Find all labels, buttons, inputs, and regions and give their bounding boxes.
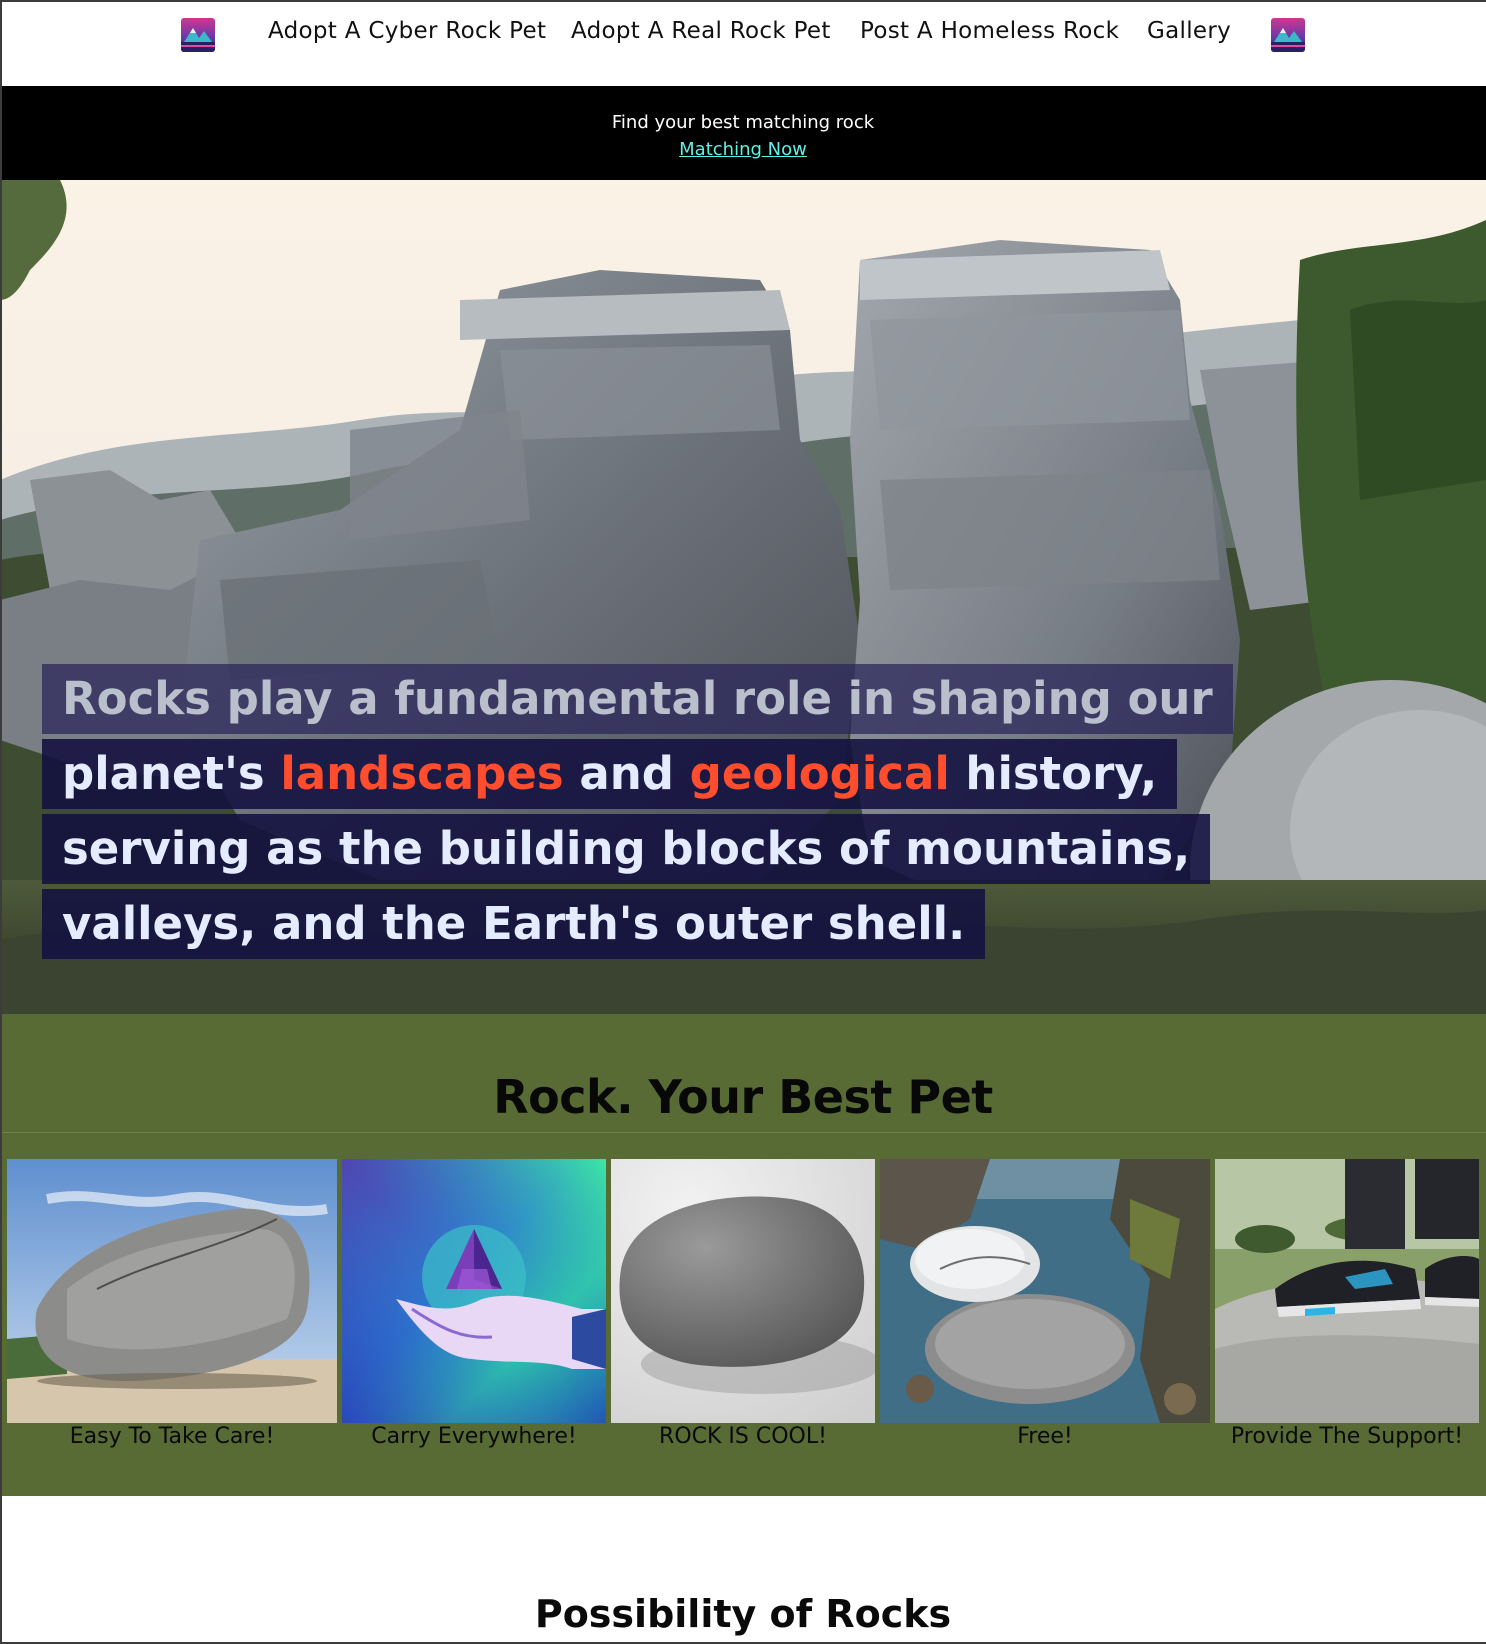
pet-card-label: Free! [1017,1424,1073,1449]
possibility-title: Possibility of Rocks [534,1592,952,1636]
nav-link-post-homeless-rock[interactable]: Post A Homeless Rock [860,18,1119,44]
boulder-on-beach-image [7,1159,337,1423]
pet-card-support[interactable] [1215,1159,1479,1423]
hero-caption-line-3: serving as the building blocks of mounta… [42,814,1211,884]
banner-text: Find your best matching rock [611,112,875,133]
pet-card-label: Carry Everywhere! [371,1424,577,1449]
hand-holding-crystal-image [342,1159,606,1423]
pet-card-free[interactable] [880,1159,1210,1423]
pet-card-label: Provide The Support! [1230,1424,1464,1449]
site-logo-icon[interactable] [181,18,215,52]
section-divider [0,1132,1486,1133]
site-logo-icon-right[interactable] [1271,18,1305,52]
pet-card-rock-is-cool[interactable] [611,1159,875,1423]
hero-section: Rocks play a fundamental role in shaping… [0,180,1486,1014]
nav-link-real-rock[interactable]: Adopt A Real Rock Pet [571,18,831,44]
top-navigation: Adopt A Cyber Rock Pet Adopt A Real Rock… [0,0,1486,86]
hero-caption-line-4: valleys, and the Earth's outer shell. [42,889,986,959]
rocks-in-stream-image [880,1159,1210,1423]
hero-caption-line-2: planet's landscapes and geological histo… [42,739,1178,809]
caption-text: history, [949,747,1158,800]
grey-pebble-image [611,1159,875,1423]
pet-card-label: Easy To Take Care! [69,1424,275,1449]
pet-card-carry-everywhere[interactable] [342,1159,606,1423]
sneakers-on-rock-image [1215,1159,1479,1423]
nav-link-gallery[interactable]: Gallery [1147,18,1231,44]
caption-text: planet's [62,747,281,800]
highlight-geological: geological [689,747,950,800]
promo-banner: Find your best matching rock Matching No… [0,86,1486,180]
nav-link-cyber-rock[interactable]: Adopt A Cyber Rock Pet [268,18,546,44]
best-pet-title: Rock. Your Best Pet [493,1070,993,1124]
pet-card-easy-care[interactable] [7,1159,337,1423]
hero-caption: Rocks play a fundamental role in shaping… [42,664,1233,964]
highlight-landscapes: landscapes [280,747,564,800]
pet-card-label: ROCK IS COOL! [659,1424,827,1449]
matching-now-link[interactable]: Matching Now [0,139,1486,160]
caption-text: and [563,747,690,800]
hero-caption-line-1: Rocks play a fundamental role in shaping… [42,664,1233,734]
